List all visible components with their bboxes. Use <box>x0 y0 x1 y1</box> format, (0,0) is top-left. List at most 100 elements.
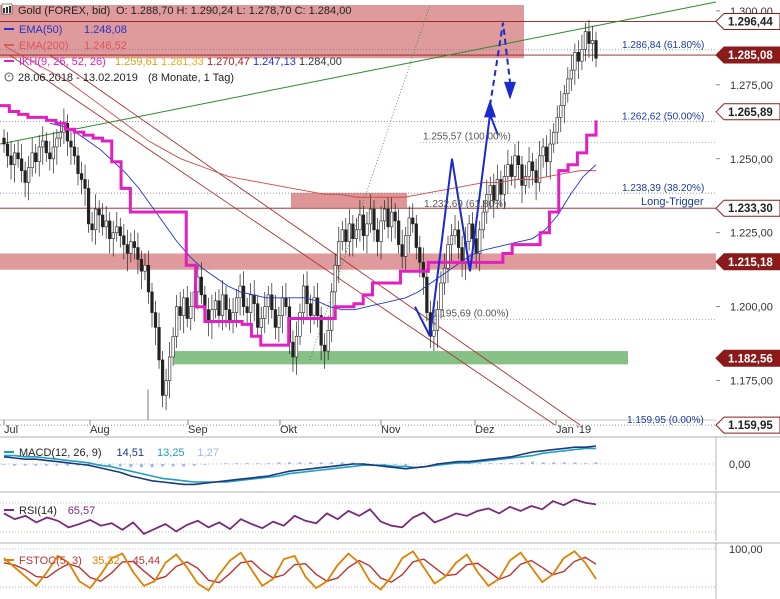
ohlc-values: O: 1.288,70 H: 1.290,24 L: 1.278,70 C: 1… <box>116 5 351 17</box>
downtrend-line-2 <box>49 54 581 426</box>
candle-body <box>555 117 559 133</box>
candle-body <box>270 294 274 310</box>
candle-body <box>41 140 45 148</box>
candle-body <box>397 220 401 245</box>
candle-body <box>27 167 31 183</box>
candle-body <box>587 31 591 44</box>
candle-body <box>90 223 94 231</box>
candle-body <box>520 164 524 186</box>
candle-body <box>432 330 436 337</box>
candle-body <box>23 170 27 183</box>
ikh-value: 1.247,13 <box>253 56 296 68</box>
candle-body <box>249 294 253 313</box>
fstoc-value: 35,32 <box>92 555 120 567</box>
candle-body <box>175 306 179 337</box>
candle-body <box>390 211 394 228</box>
candle-body <box>252 294 256 305</box>
candle-body <box>407 217 411 237</box>
legend-value: 1.246,52 <box>84 40 127 52</box>
y-tick-label: 1.250,00 <box>730 154 773 166</box>
candle-body <box>580 49 584 62</box>
candle-body <box>178 306 182 316</box>
fib-label: 1.286,84 (61.80%) <box>622 40 704 51</box>
candle-body <box>115 226 119 234</box>
chart-canvas: 1.286,84 (61.80%) 1.262,62 (50.00%) 1.238,… <box>0 0 780 599</box>
candle-body <box>301 285 306 313</box>
candle-body <box>358 214 362 231</box>
candle-body <box>351 223 355 239</box>
x-tick-label: Dez <box>475 424 495 436</box>
candle-body <box>506 164 510 177</box>
candle-body <box>456 229 461 248</box>
candle-body <box>139 259 144 272</box>
candle-body <box>94 208 98 231</box>
candle-body <box>326 330 330 352</box>
candle-body <box>545 146 549 163</box>
candle-body <box>562 93 566 106</box>
long-trigger-label: Long-Trigger <box>641 196 704 208</box>
candle-body <box>291 341 295 358</box>
candle-body <box>344 229 348 242</box>
candle-body <box>573 52 577 71</box>
candle-body <box>534 170 538 183</box>
candle-body <box>266 294 270 307</box>
ikh-value: 1.259,61 <box>115 56 158 68</box>
candle-body <box>44 140 48 154</box>
x-tick-label: Nov <box>381 424 401 436</box>
x-tick-label: Sep <box>188 424 208 436</box>
candle-body <box>86 188 91 225</box>
candle-body <box>143 264 147 272</box>
candle-body <box>245 306 249 313</box>
price-tag-label: 1.215,18 <box>728 257 773 269</box>
candle-body <box>569 69 573 80</box>
forecast-arrow-icon <box>504 81 516 100</box>
macd-value: 1,27 <box>198 447 219 459</box>
x-tick-label: Jul <box>4 424 18 436</box>
candle-body <box>9 155 13 166</box>
candle-body <box>132 241 136 248</box>
candle-body <box>474 238 478 254</box>
candle-body <box>220 294 225 316</box>
candle-body <box>411 217 415 225</box>
candle-body <box>51 146 55 160</box>
candle-body <box>425 276 429 313</box>
candle-body <box>164 380 168 396</box>
candle-body <box>224 294 228 310</box>
candle-body <box>442 267 447 284</box>
ikh-value: 1.284,00 <box>299 56 342 68</box>
candle-body <box>69 140 73 148</box>
rsi-label: RSI(14) <box>19 505 57 517</box>
candle-body <box>552 131 556 145</box>
candle-body <box>146 264 151 293</box>
candle-body <box>527 161 531 177</box>
candle-body <box>541 146 545 157</box>
macd-value: 14,51 <box>117 447 145 459</box>
candle-body <box>122 235 126 245</box>
candle-body <box>79 173 84 180</box>
legend-value: 1.248,08 <box>84 24 127 36</box>
candle-body <box>242 285 246 307</box>
candle-body <box>72 146 77 157</box>
y-tick-label: 1.175,00 <box>730 376 773 388</box>
candle-body <box>5 143 10 157</box>
legend-label: EMA(50) <box>19 24 62 36</box>
legend-label: IKH(9, 26, 52, 26) <box>19 56 106 68</box>
price-tag-label: 1.233,30 <box>728 203 773 215</box>
candle-body <box>97 208 101 216</box>
candle-body <box>76 155 80 174</box>
candle-body <box>481 211 485 231</box>
fib-label-small: 1.255,57 (100.00%) <box>423 131 511 142</box>
candle-body <box>273 309 277 328</box>
candle-body <box>375 229 380 242</box>
candle-body <box>284 297 288 307</box>
candle-body <box>323 344 327 352</box>
x-tick-label: Aug <box>90 424 110 436</box>
price-tag-label: 1.296,44 <box>728 16 773 28</box>
candle-body <box>185 297 189 319</box>
candle-body <box>516 155 521 166</box>
support-zone-green <box>174 351 628 365</box>
candle-body <box>12 152 17 166</box>
candle-body <box>256 303 260 328</box>
candle-body <box>101 214 105 228</box>
y-tick-label: 1.275,00 <box>730 80 773 92</box>
